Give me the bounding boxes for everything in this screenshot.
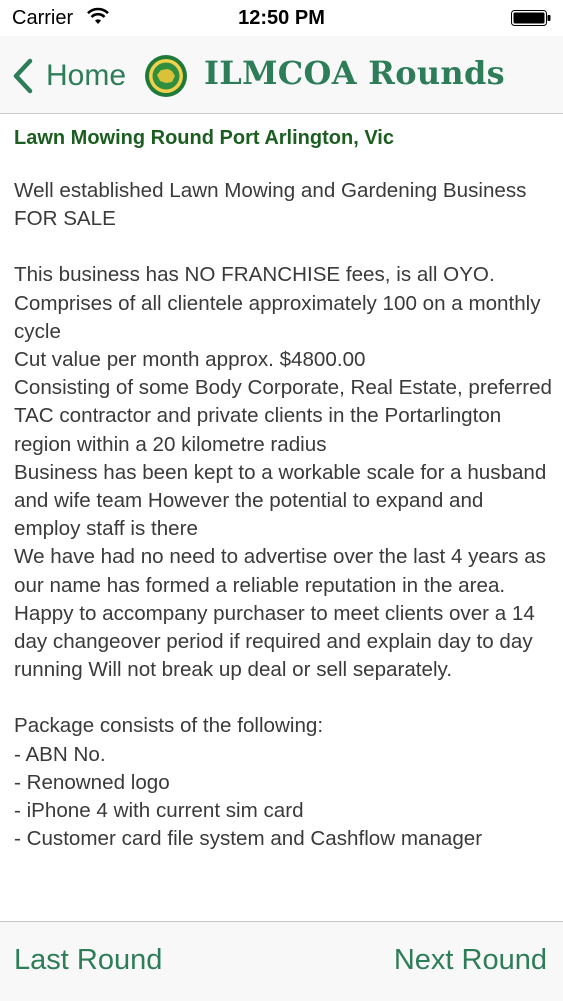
- navigation-bar: Home ILMCOA Rounds: [0, 36, 563, 114]
- detail-line: Comprises of all clientele approximately…: [14, 291, 547, 343]
- last-round-button[interactable]: Last Round: [14, 944, 162, 977]
- detail-line: Business has been kept to a workable sca…: [14, 460, 553, 541]
- detail-line: Happy to accompany purchaser to meet cli…: [14, 601, 541, 682]
- detail-line: We have had no need to advertise over th…: [14, 545, 552, 597]
- package-item: - ABN No.: [14, 742, 106, 766]
- next-round-button[interactable]: Next Round: [394, 944, 547, 977]
- association-logo-icon: [145, 55, 187, 97]
- battery-icon: [511, 10, 551, 26]
- status-bar: Carrier 12:50 PM: [0, 0, 563, 36]
- listing-title: Lawn Mowing Round Port Arlington, Vic: [14, 127, 394, 149]
- package-heading: Package consists of the following:: [14, 714, 324, 738]
- chevron-left-icon: [13, 58, 33, 94]
- clock: 12:50 PM: [238, 7, 325, 29]
- detail-line: Cut value per month approx. $4800.00: [14, 348, 366, 372]
- listing-content[interactable]: Lawn Mowing Round Port Arlington, Vic We…: [14, 113, 554, 921]
- bottom-toolbar: Last Round Next Round: [0, 921, 563, 1001]
- package-item: - iPhone 4 with current sim card: [14, 799, 304, 823]
- detail-line: Consisting of some Body Corporate, Real …: [14, 376, 552, 456]
- package-item: - Renowned logo: [14, 770, 170, 794]
- app-title: ILMCOA Rounds: [204, 54, 505, 92]
- listing-intro: Well established Lawn Mowing and Gardeni…: [14, 179, 533, 231]
- detail-line: This business has NO FRANCHISE fees, is …: [14, 263, 495, 287]
- back-button[interactable]: Home: [12, 56, 126, 96]
- package-item: - Customer card file system and Cashflow…: [14, 827, 483, 851]
- back-button-label: Home: [46, 59, 127, 92]
